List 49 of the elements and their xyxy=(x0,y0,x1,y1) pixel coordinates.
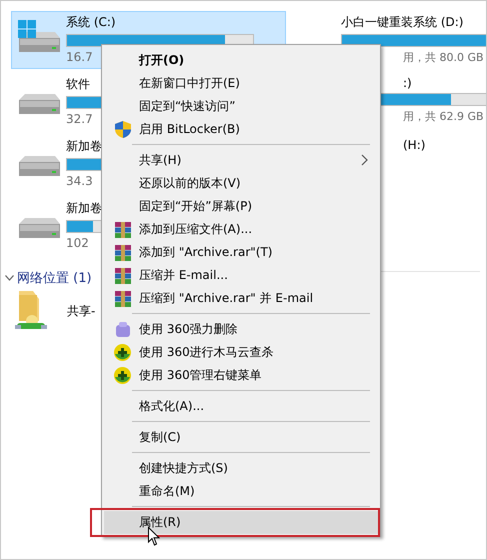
menu-item[interactable]: 添加到 "Archive.rar"(T) xyxy=(104,241,378,264)
network-folder-icon[interactable] xyxy=(15,291,47,331)
drive-name: 新加卷 xyxy=(66,138,102,155)
menu-item[interactable]: 使用 360进行木马云查杀 xyxy=(104,341,378,364)
menu-item[interactable]: 固定到“开始”屏幕(P) xyxy=(104,195,378,218)
menu-item[interactable]: 添加到压缩文件(A)... xyxy=(104,218,378,241)
windows-logo-icon xyxy=(18,20,36,38)
plus-circle-icon xyxy=(114,367,131,384)
plus-circle-icon xyxy=(114,344,131,361)
drive-name: 系统 (C:) xyxy=(66,14,116,31)
drive-space-text: 102 xyxy=(66,236,89,250)
group-header[interactable]: 网络位置 (1) xyxy=(17,269,92,287)
drive-name: (H:) xyxy=(403,138,426,152)
hard-drive-icon xyxy=(17,94,61,116)
drive-space-text: 34.3 xyxy=(66,174,93,188)
menu-item[interactable]: 共享(H) xyxy=(104,149,378,172)
drive-name: 新加卷 xyxy=(66,200,102,217)
menu-item[interactable]: 使用 360管理右键菜单 xyxy=(104,364,378,387)
menu-item[interactable]: 固定到“快速访问” xyxy=(104,95,378,118)
chevron-right-icon xyxy=(361,154,368,166)
archive-books-icon xyxy=(114,290,130,306)
drive-name: 软件 xyxy=(66,76,90,93)
shield-icon xyxy=(114,121,130,138)
drive-space-text: 用，共 62.9 GB xyxy=(403,109,484,124)
eraser-icon xyxy=(114,322,130,338)
menu-item[interactable]: 使用 360强力删除 xyxy=(104,318,378,341)
drive-name: :) xyxy=(403,76,412,90)
menu-item[interactable]: 在新窗口中打开(E) xyxy=(104,72,378,95)
archive-books-icon xyxy=(114,244,130,260)
archive-books-icon xyxy=(114,222,130,238)
drive-space-text: 32.7 xyxy=(66,112,93,126)
menu-item[interactable]: 重命名(M) xyxy=(104,480,378,503)
hard-drive-icon xyxy=(17,218,61,240)
drive-space-text: 用，共 80.0 GB xyxy=(403,50,484,65)
menu-item[interactable]: 启用 BitLocker(B) xyxy=(104,118,378,141)
drive-name: 小白一键重装系统 (D:) xyxy=(341,14,464,31)
drive-space-text: 16.7 xyxy=(66,50,93,64)
archive-books-icon xyxy=(114,268,130,284)
menu-item[interactable]: 压缩到 "Archive.rar" 并 E-mail xyxy=(104,287,378,310)
menu-item[interactable]: 属性(R) xyxy=(104,511,378,534)
menu-item[interactable]: 压缩并 E-mail... xyxy=(104,264,378,287)
menu-item[interactable]: 创建快捷方式(S) xyxy=(104,457,378,480)
chevron-down-icon[interactable] xyxy=(5,275,14,281)
menu-item[interactable]: 复制(C) xyxy=(104,426,378,449)
hard-drive-icon xyxy=(17,156,61,178)
mouse-cursor-icon xyxy=(148,527,160,546)
menu-item[interactable]: 还原以前的版本(V) xyxy=(104,172,378,195)
network-location-name[interactable]: 共享- xyxy=(67,302,96,320)
menu-item[interactable]: 格式化(A)... xyxy=(104,395,378,418)
